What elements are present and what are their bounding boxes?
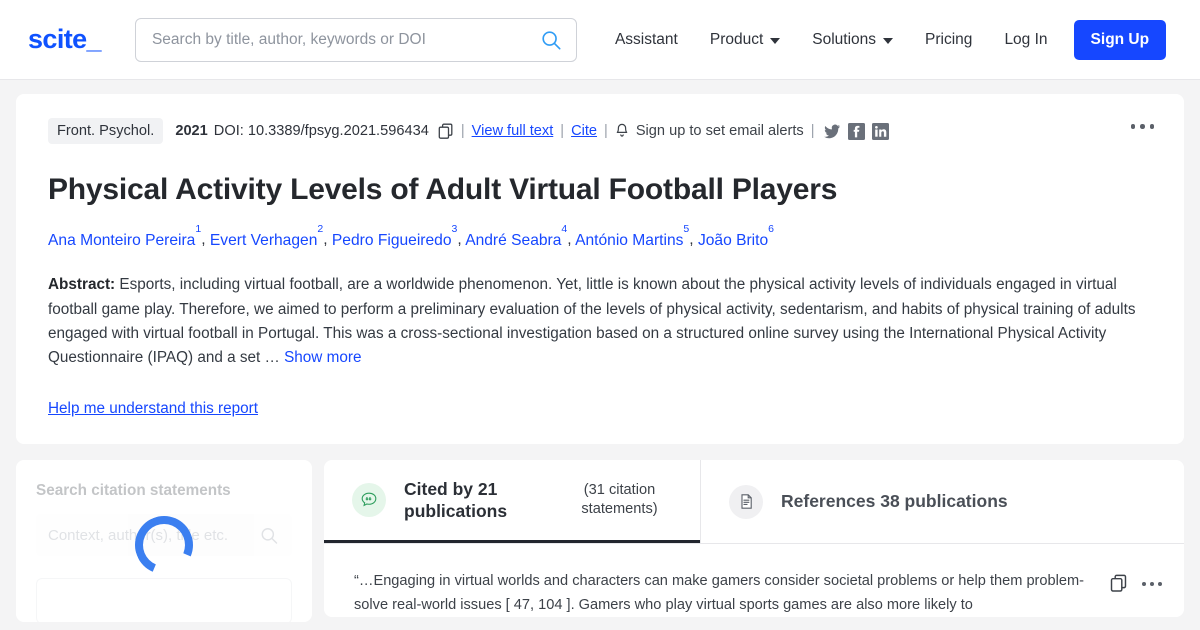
author-name: António Martins bbox=[575, 231, 684, 249]
view-full-text-link[interactable]: View full text bbox=[472, 123, 554, 139]
search-icon[interactable] bbox=[258, 526, 280, 545]
article-meta-row: Front. Psychol. 2021 DOI: 10.3389/fpsyg.… bbox=[48, 118, 1152, 144]
publication-year: 2021 bbox=[175, 123, 208, 139]
author-affiliation-marker: 1 bbox=[195, 223, 202, 236]
copy-icon[interactable] bbox=[1110, 574, 1128, 593]
article-card: Front. Psychol. 2021 DOI: 10.3389/fpsyg.… bbox=[16, 94, 1184, 445]
bell-icon bbox=[616, 123, 628, 137]
citations-tabs: Cited by 21 publications (31 citation st… bbox=[324, 460, 1184, 545]
meta-separator: | bbox=[604, 123, 608, 139]
tab-references[interactable]: References 38 publications bbox=[700, 460, 1036, 544]
author-name: Ana Monteiro Pereira bbox=[48, 231, 196, 249]
nav-label: Assistant bbox=[614, 30, 678, 48]
citation-statement-actions bbox=[1110, 574, 1162, 593]
comma: , bbox=[689, 231, 698, 249]
sidebar-title: Search citation statements bbox=[36, 482, 231, 500]
author-affiliation-marker: 5 bbox=[683, 223, 690, 236]
author-affiliation-marker: 3 bbox=[451, 223, 458, 236]
page-body: Front. Psychol. 2021 DOI: 10.3389/fpsyg.… bbox=[0, 80, 1200, 445]
article-more-options-button[interactable] bbox=[1127, 120, 1159, 133]
citation-bubble-icon bbox=[352, 483, 386, 518]
author-name: João Brito bbox=[697, 231, 769, 249]
author-list: Ana Monteiro Pereira1, Evert Verhagen2, … bbox=[48, 223, 1152, 251]
nav-label: Pricing bbox=[925, 30, 973, 48]
search-icon[interactable] bbox=[540, 29, 562, 51]
dot bbox=[1150, 581, 1154, 586]
author-name: André Seabra bbox=[465, 231, 562, 249]
author-link[interactable]: Pedro Figueiredo3 bbox=[331, 223, 457, 249]
site-header: scite_ Assistant Product Solutions Prici… bbox=[0, 0, 1200, 80]
journal-badge[interactable]: Front. Psychol. bbox=[48, 118, 164, 144]
nav-item-login[interactable]: Log In bbox=[988, 23, 1063, 57]
main-nav: Assistant Product Solutions Pricing Log … bbox=[599, 19, 1167, 60]
article-abstract: Abstract: Esports, including virtual foo… bbox=[48, 273, 1152, 370]
author-name: Pedro Figueiredo bbox=[331, 231, 452, 249]
author-link[interactable]: João Brito6 bbox=[697, 223, 774, 249]
article-title: Physical Activity Levels of Adult Virtua… bbox=[48, 173, 838, 206]
citation-statement-text: “…Engaging in virtual worlds and charact… bbox=[354, 573, 1085, 613]
sign-up-button[interactable]: Sign Up bbox=[1073, 19, 1167, 60]
email-alerts-link[interactable]: Sign up to set email alerts bbox=[636, 123, 804, 139]
citation-filter-select[interactable] bbox=[36, 578, 292, 623]
help-understand-report-link[interactable]: Help me understand this report bbox=[48, 400, 258, 418]
twitter-icon[interactable] bbox=[823, 123, 841, 140]
scite-logo[interactable]: scite_ bbox=[28, 24, 102, 55]
cite-link[interactable]: Cite bbox=[571, 123, 597, 139]
search-input[interactable] bbox=[151, 30, 540, 49]
author-link[interactable]: André Seabra4 bbox=[465, 223, 567, 249]
social-share-group bbox=[823, 122, 889, 140]
author-affiliation-marker: 6 bbox=[768, 223, 774, 236]
author-link[interactable]: Ana Monteiro Pereira1 bbox=[48, 223, 201, 249]
dot bbox=[1140, 124, 1145, 129]
nav-item-solutions[interactable]: Solutions bbox=[796, 23, 909, 57]
chevron-down-icon bbox=[883, 37, 894, 44]
meta-separator: | bbox=[460, 123, 465, 139]
show-more-link[interactable]: Show more bbox=[284, 349, 361, 366]
comma: , bbox=[323, 231, 332, 249]
dot bbox=[1130, 124, 1135, 129]
copy-icon[interactable] bbox=[438, 123, 454, 140]
chevron-down-icon bbox=[770, 37, 781, 44]
comma: , bbox=[567, 231, 576, 249]
dot bbox=[1142, 581, 1146, 586]
lower-section: Search citation statements Context, auth… bbox=[0, 444, 1200, 623]
comma: , bbox=[201, 231, 210, 249]
tab-references-label: References 38 publications bbox=[781, 491, 1008, 512]
nav-item-pricing[interactable]: Pricing bbox=[909, 23, 988, 57]
citation-search-sidebar: Search citation statements Context, auth… bbox=[16, 460, 312, 623]
author-link[interactable]: António Martins5 bbox=[575, 223, 689, 249]
nav-label: Solutions bbox=[812, 30, 877, 48]
tab-cited-by-label: Cited by 21 publications bbox=[404, 478, 508, 522]
citations-panel: Cited by 21 publications (31 citation st… bbox=[324, 460, 1184, 618]
global-search[interactable] bbox=[134, 17, 577, 62]
abstract-text: Esports, including virtual football, are… bbox=[48, 276, 1136, 366]
dot bbox=[1158, 581, 1162, 586]
author-affiliation-marker: 4 bbox=[561, 223, 568, 236]
dot bbox=[1149, 124, 1154, 129]
nav-item-assistant[interactable]: Assistant bbox=[599, 23, 694, 57]
citation-statement: “…Engaging in virtual worlds and charact… bbox=[324, 544, 1184, 617]
abstract-label: Abstract: bbox=[48, 276, 116, 294]
meta-separator: | bbox=[560, 123, 565, 139]
nav-label: Log In bbox=[1004, 30, 1048, 48]
meta-separator: | bbox=[810, 123, 815, 139]
author-link[interactable]: Evert Verhagen2 bbox=[209, 223, 323, 249]
document-icon bbox=[729, 484, 763, 519]
tab-cited-by[interactable]: Cited by 21 publications (31 citation st… bbox=[324, 460, 700, 544]
facebook-icon[interactable] bbox=[847, 122, 865, 140]
author-affiliation-marker: 2 bbox=[317, 223, 324, 236]
doi-text: DOI: 10.3389/fpsyg.2021.596434 bbox=[213, 123, 429, 139]
more-options-icon[interactable] bbox=[1142, 581, 1162, 586]
author-name: Evert Verhagen bbox=[209, 231, 318, 249]
nav-item-product[interactable]: Product bbox=[694, 23, 796, 57]
nav-label: Product bbox=[709, 30, 764, 48]
tab-cited-by-sublabel: (31 citation statements) bbox=[581, 482, 658, 518]
linkedin-icon[interactable] bbox=[871, 122, 889, 140]
